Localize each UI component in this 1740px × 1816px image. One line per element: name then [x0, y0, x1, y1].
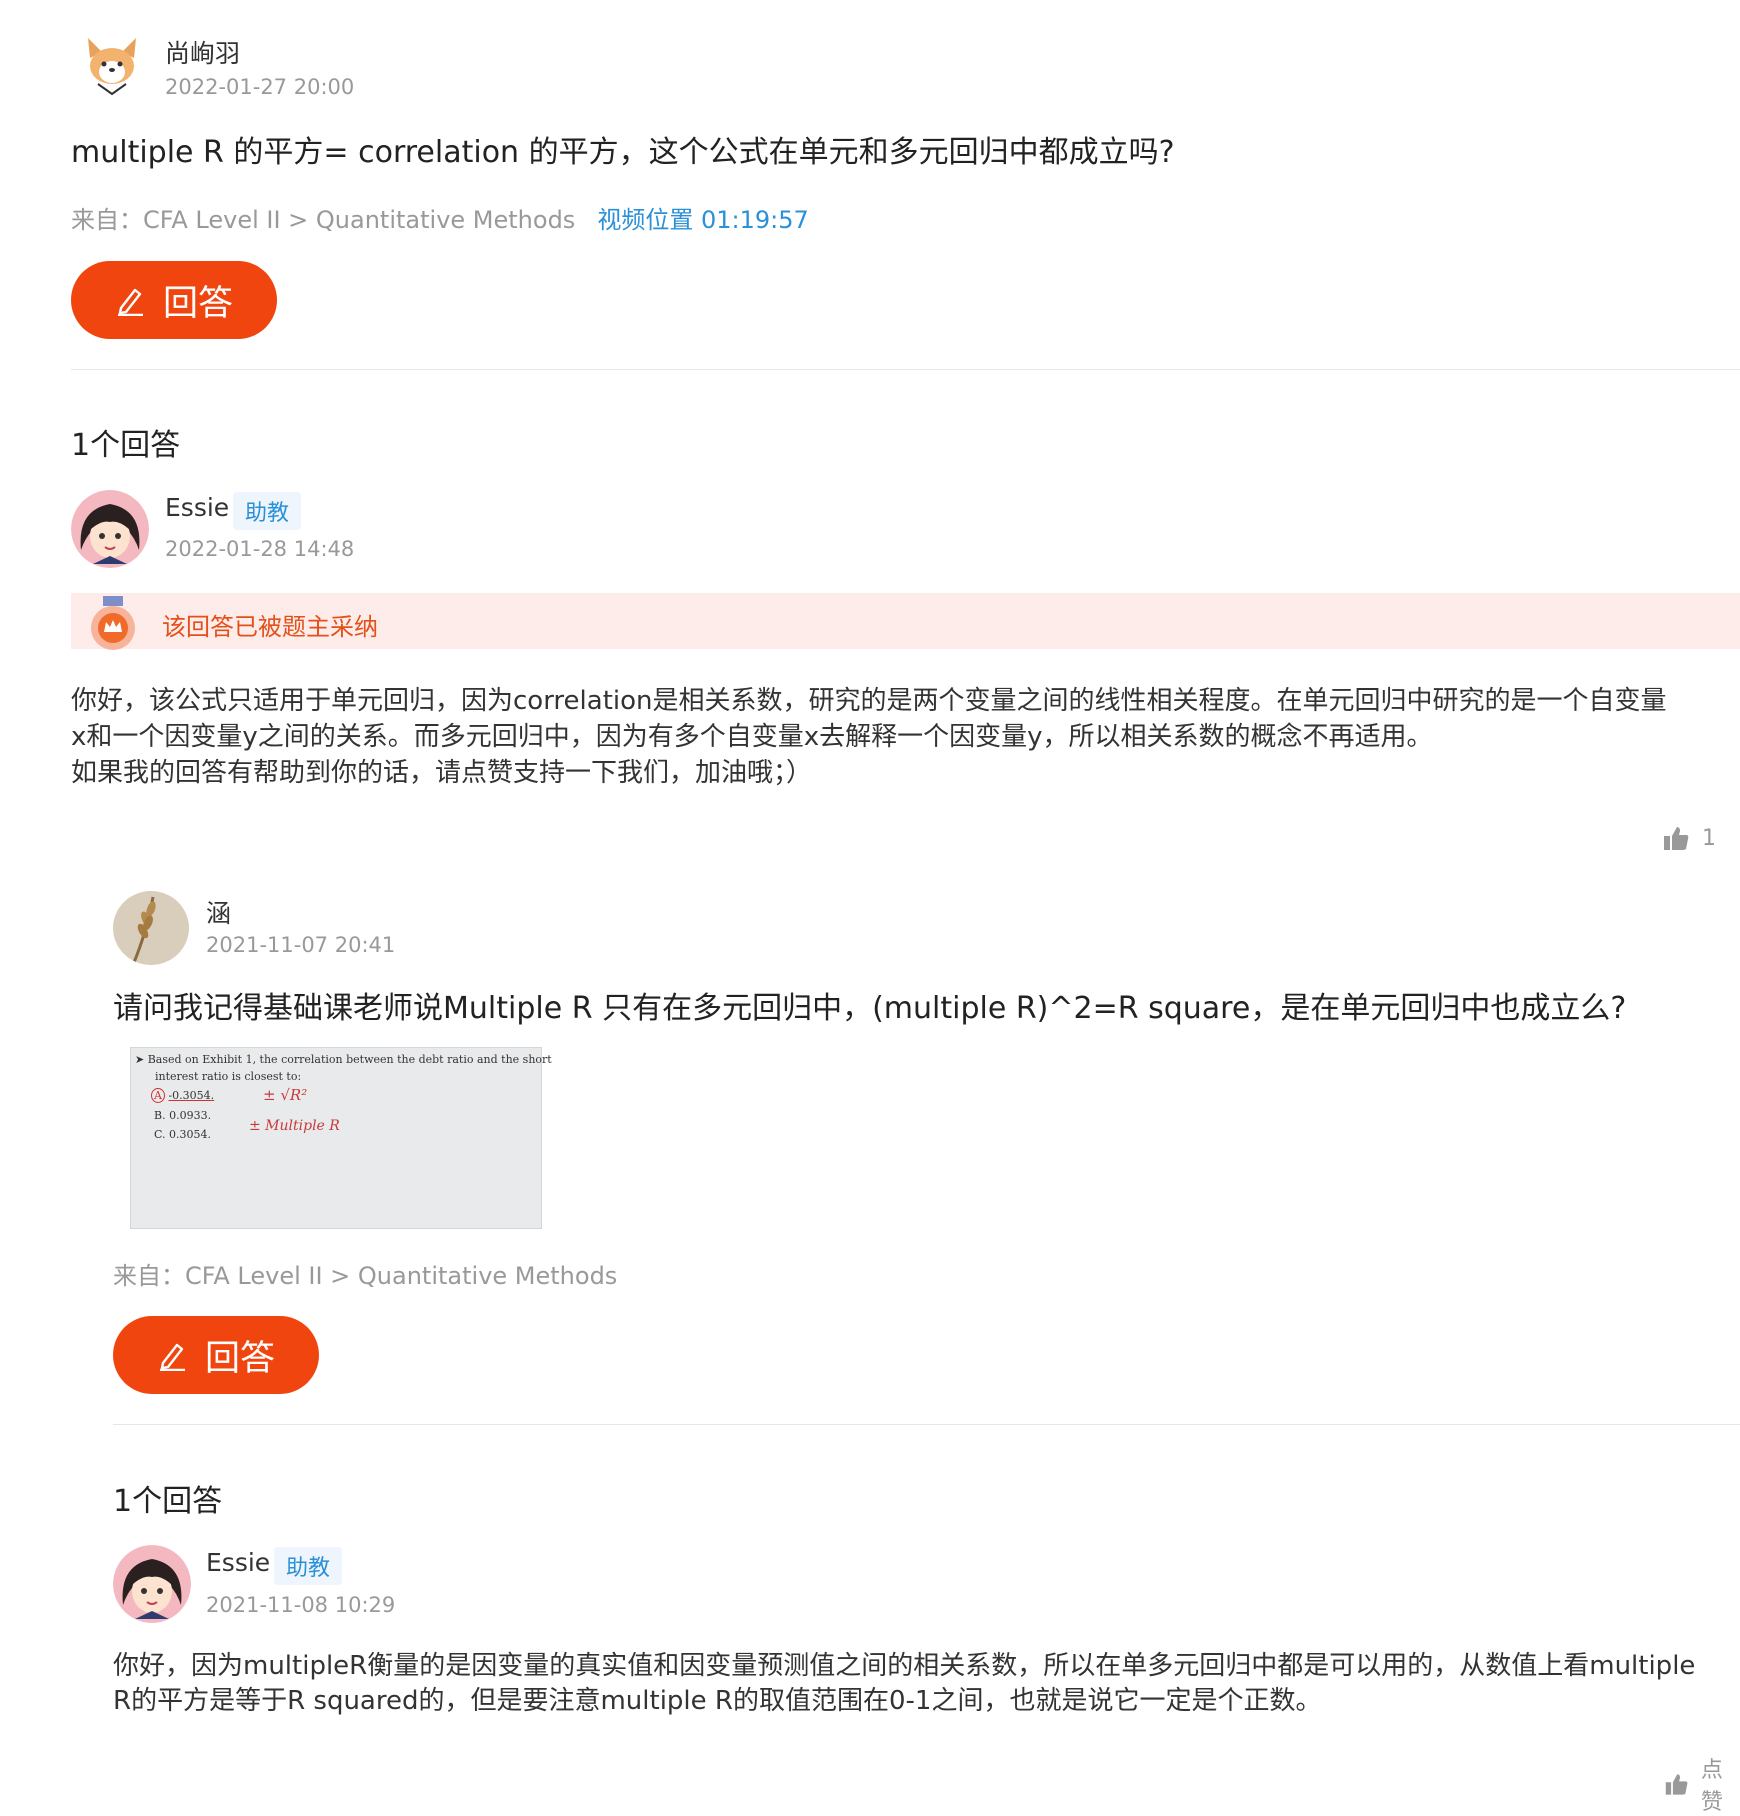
source-path[interactable]: 来自：CFA Level II > Quantitative Methods: [71, 206, 575, 234]
medal-icon: [83, 594, 143, 652]
image-note-1: ± √R²: [263, 1086, 308, 1104]
question-source: 来自：CFA Level II > Quantitative Methods 视频…: [71, 200, 809, 235]
video-position-link[interactable]: 视频位置 01:19:57: [597, 206, 808, 234]
like-label: 点赞: [1700, 1758, 1723, 1815]
thumbs-up-icon: [1664, 827, 1689, 850]
image-option-c: C. 0.3054.: [154, 1128, 212, 1141]
answer-time: 2022-01-28 14:48: [165, 537, 355, 561]
answer-button[interactable]: 回答: [71, 261, 277, 339]
image-option-b: B. 0.0933.: [154, 1109, 212, 1122]
question-source[interactable]: 来自：CFA Level II > Quantitative Methods: [113, 1256, 617, 1291]
assistant-avatar-icon: [71, 490, 149, 568]
user-avatar[interactable]: [113, 891, 189, 965]
answerer-name[interactable]: Essie: [165, 493, 229, 522]
assistant-badge: 助教: [233, 492, 302, 530]
question-image[interactable]: ➤ Based on Exhibit 1, the correlation be…: [130, 1047, 552, 1229]
answer-count: 1个回答: [71, 428, 181, 463]
image-line-1: ➤ Based on Exhibit 1, the correlation be…: [135, 1053, 552, 1066]
question-time: 2022-01-27 20:00: [165, 75, 355, 99]
like-button[interactable]: 点赞: [1664, 1752, 1740, 1816]
pencil-icon: [117, 288, 143, 316]
answerer-avatar[interactable]: [71, 490, 149, 568]
user-avatar[interactable]: [80, 32, 144, 100]
answer-line-3: 如果我的回答有帮助到你的话，请点赞支持一下我们，加油哦；）: [71, 758, 813, 788]
divider: [113, 1424, 1740, 1425]
answer-line-1: 你好，该公式只适用于单元回归，因为correlation是相关系数，研究的是两个…: [71, 686, 1667, 716]
answer-time: 2021-11-08 10:29: [206, 1593, 396, 1617]
assistant-avatar-icon: [113, 1545, 191, 1623]
answer-button[interactable]: 回答: [113, 1316, 319, 1394]
image-option-a-value: -0.3054.: [168, 1089, 215, 1102]
like-button[interactable]: 1: [1662, 824, 1716, 852]
image-note-2: ± Multiple R: [249, 1118, 340, 1134]
question-text: 请问我记得基础课老师说Multiple R 只有在多元回归中，(multiple…: [113, 991, 1627, 1026]
assistant-badge: 助教: [274, 1547, 343, 1585]
image-line-2: interest ratio is closest to:: [155, 1070, 302, 1083]
answer-line-2: x和一个因变量y之间的关系。而多元回归中，因为有多个自变量x去解释一个因变量y，…: [71, 722, 1433, 752]
question-text: multiple R 的平方= correlation 的平方，这个公式在单元和…: [71, 135, 1175, 170]
question-time: 2021-11-07 20:41: [206, 933, 396, 957]
answer-button-label: 回答: [162, 283, 233, 324]
answer-line-1: 你好，因为multipleR衡量的是因变量的真实值和因变量预测值之间的相关系数，…: [113, 1651, 1696, 1681]
answer-button-label: 回答: [204, 1338, 275, 1379]
corgi-avatar-icon: [88, 38, 136, 96]
question-author[interactable]: 尚峋羽: [165, 34, 240, 70]
thumbs-up-icon: [1665, 1774, 1688, 1795]
wheat-avatar-icon: [113, 891, 189, 965]
answerer-avatar[interactable]: [113, 1545, 191, 1623]
answer-count: 1个回答: [113, 1484, 223, 1519]
answer-line-2: R的平方是等于R squared的，但是要注意multiple R的取值范围在0…: [113, 1686, 1322, 1716]
divider: [71, 369, 1740, 370]
like-count: 1: [1702, 825, 1716, 851]
answerer-name[interactable]: Essie: [206, 1548, 270, 1577]
question-author[interactable]: 涵: [206, 894, 231, 930]
accepted-text: 该回答已被题主采纳: [162, 613, 378, 641]
image-option-a: A -0.3054.: [151, 1088, 214, 1103]
pencil-icon: [159, 1343, 185, 1371]
